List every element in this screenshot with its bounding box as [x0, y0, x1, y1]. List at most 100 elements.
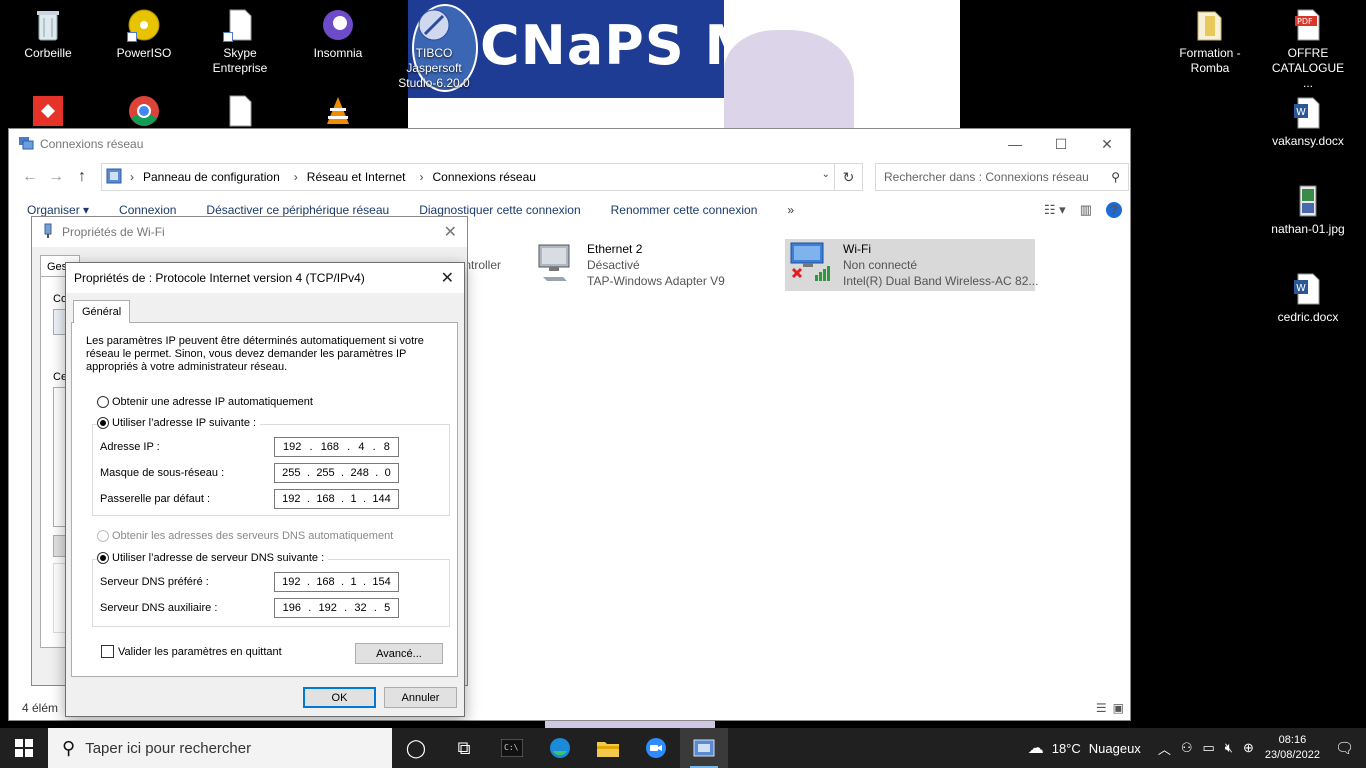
network-item-status: Non connecté [843, 258, 918, 272]
desktop-icon-offre-catalogue[interactable]: PDF OFFRE CATALOGUE ... [1270, 8, 1346, 91]
desktop-icon-chrome[interactable] [106, 94, 182, 132]
minimize-button[interactable]: — [992, 129, 1038, 159]
network-item-wifi[interactable]: Wi-Fi Non connecté Intel(R) Dual Band Wi… [785, 239, 1038, 291]
desktop-icon-jaspersoft[interactable]: TIBCO Jaspersoft Studio-6.20.0 [396, 8, 472, 91]
radio-button [97, 396, 109, 408]
dns-manual-radio[interactable]: Utiliser l’adresse de serveur DNS suivan… [97, 552, 329, 564]
checkbox [101, 645, 114, 658]
notifications-icon[interactable]: 🗨︎ [1335, 739, 1354, 757]
gateway-input[interactable]: 192. 168. 1. 144 [274, 489, 399, 509]
organize-button[interactable]: Organiser ▾ [27, 203, 89, 217]
desktop-icon-poweriso[interactable]: PowerISO [106, 8, 182, 61]
meet-now-icon[interactable]: ⚇ [1181, 740, 1193, 756]
volume-muted-icon[interactable]: 🔇︎ [1225, 740, 1233, 756]
breadcrumb-control-panel[interactable]: Panneau de configuration [143, 170, 280, 184]
desktop-icon-insomnia[interactable]: Insomnia [300, 8, 376, 61]
ip-auto-radio[interactable]: Obtenir une adresse IP automatiquement [97, 396, 313, 408]
terminal-icon[interactable]: C:\ [488, 728, 536, 768]
cancel-button[interactable]: Annuler [384, 687, 457, 708]
wallpaper: CNaPS MAP [408, 0, 960, 130]
task-view-icon[interactable]: ⧉ [440, 728, 488, 768]
validate-on-exit-checkbox[interactable]: Valider les paramètres en quittant [101, 645, 282, 658]
network-connections-taskbar-icon[interactable] [680, 728, 728, 768]
explorer-title: Connexions réseau [40, 137, 144, 151]
desktop-icon-recycle-bin[interactable]: Corbeille [10, 8, 86, 61]
disable-device-button[interactable]: Désactiver ce périphérique réseau [206, 203, 389, 217]
address-bar[interactable]: › Panneau de configuration › Réseau et Int… [101, 163, 835, 191]
jaspersoft-icon [417, 8, 451, 42]
large-icons-view-icon[interactable]: ▣ [1113, 701, 1124, 715]
pdf-icon: PDF [1291, 8, 1325, 42]
subnet-mask-input[interactable]: 255. 255. 248. 0 [274, 463, 399, 483]
up-button[interactable]: ↑ [69, 164, 95, 190]
breadcrumb-network-internet[interactable]: Réseau et Internet [307, 170, 406, 184]
preferred-dns-input[interactable]: 192. 168. 1. 154 [274, 572, 399, 592]
network-connections-icon [18, 135, 34, 154]
svg-text:C:\: C:\ [504, 743, 519, 752]
search-input[interactable]: Rechercher dans : Connexions réseau ⚲ [875, 163, 1129, 191]
network-adapter-icon [42, 223, 54, 242]
desktop-icon-skype[interactable]: Skype Entreprise [202, 8, 278, 76]
cortana-icon[interactable]: ◯ [392, 728, 440, 768]
tab-general[interactable]: Général [73, 300, 131, 323]
ipv4-properties-dialog: Propriétés de : Protocole Internet versi… [65, 262, 465, 717]
weather-widget[interactable]: ☁ 18°C Nuageux [1028, 738, 1141, 758]
network-item-name: Wi-Fi [843, 242, 871, 256]
chevron-down-icon[interactable]: ⌄ [822, 169, 830, 180]
edge-icon[interactable] [536, 728, 584, 768]
cloud-icon: ☁ [1027, 740, 1044, 757]
advanced-button[interactable]: Avancé... [355, 643, 443, 664]
ok-button[interactable]: OK [303, 687, 376, 708]
breadcrumb-network-connections[interactable]: Connexions réseau [433, 170, 536, 184]
close-icon[interactable]: ✕ [444, 222, 457, 242]
maximize-button[interactable]: ☐ [1038, 129, 1084, 159]
globe-icon[interactable]: ⊕ [1243, 740, 1254, 756]
connect-button[interactable]: Connexion [119, 203, 176, 217]
close-icon[interactable]: ✕ [441, 268, 454, 288]
back-button[interactable]: ← [17, 164, 43, 190]
preview-pane-icon[interactable]: ▥ [1080, 202, 1092, 218]
dns-auto-radio[interactable]: Obtenir les adresses des serveurs DNS au… [97, 530, 393, 542]
document-shortcut-icon [223, 8, 257, 42]
ip-address-input[interactable]: 192. 168. 4. 8 [274, 437, 399, 457]
desktop-icon-cedric[interactable]: W cedric.docx [1270, 272, 1346, 325]
chevron-right-icon: › [293, 170, 298, 184]
start-button[interactable] [0, 728, 48, 768]
rename-button[interactable]: Renommer cette connexion [611, 203, 758, 217]
desktop-icon-nathan[interactable]: nathan-01.jpg [1270, 184, 1346, 237]
preferred-dns-row: Serveur DNS préféré : 192. 168. 1. 154 [100, 572, 399, 592]
desktop-icon-vlc[interactable] [300, 94, 376, 132]
wifi-dialog-title: Propriétés de Wi-Fi [62, 225, 165, 239]
close-button[interactable]: ✕ [1084, 129, 1130, 159]
zoom-icon[interactable] [632, 728, 680, 768]
battery-icon[interactable]: ▭ [1202, 740, 1214, 756]
desktop-icon-document[interactable] [202, 94, 278, 132]
details-view-icon[interactable]: ☰ [1096, 701, 1107, 715]
ipv4-dialog-titlebar[interactable]: Propriétés de : Protocole Internet versi… [66, 263, 464, 293]
chevron-up-icon[interactable]: ︿ [1158, 739, 1171, 758]
ip-manual-radio[interactable]: Utiliser l’adresse IP suivante : [97, 417, 261, 429]
wifi-dialog-titlebar[interactable]: Propriétés de Wi-Fi ✕ [32, 217, 467, 247]
explorer-titlebar[interactable]: Connexions réseau — ☐ ✕ [9, 129, 1130, 159]
clock[interactable]: 08:16 23/08/2022 [1265, 733, 1320, 763]
word-document-icon: W [1291, 96, 1325, 130]
radio-button [97, 417, 109, 429]
network-item-ethernet-2[interactable]: Ethernet 2 Désactivé TAP-Windows Adapter… [529, 239, 729, 291]
taskbar-search-input[interactable]: ⚲ Taper ici pour rechercher [48, 728, 392, 768]
word-document-icon: W [1291, 272, 1325, 306]
refresh-button[interactable]: ↻ [835, 163, 863, 191]
desktop-icon-vakansy[interactable]: W vakansy.docx [1270, 96, 1346, 149]
desktop-icon-anydesk[interactable] [10, 94, 86, 132]
wallpaper-map [724, 30, 854, 130]
diagnose-button[interactable]: Diagnostiquer cette connexion [419, 203, 580, 217]
network-item-adapter: TAP-Windows Adapter V9 [587, 274, 725, 288]
change-view-icon[interactable]: ☷ ▾ [1044, 202, 1066, 218]
desktop-icon-formation-romba[interactable]: Formation - Romba [1172, 8, 1248, 76]
gateway-label: Passerelle par défaut : [100, 493, 211, 505]
file-explorer-icon[interactable] [584, 728, 632, 768]
forward-button[interactable]: → [43, 164, 69, 190]
alternate-dns-row: Serveur DNS auxiliaire : 196. 192. 32. 5 [100, 598, 399, 618]
alternate-dns-input[interactable]: 196. 192. 32. 5 [274, 598, 399, 618]
help-icon[interactable]: ? [1106, 202, 1122, 218]
more-commands-button[interactable]: » [787, 203, 794, 217]
